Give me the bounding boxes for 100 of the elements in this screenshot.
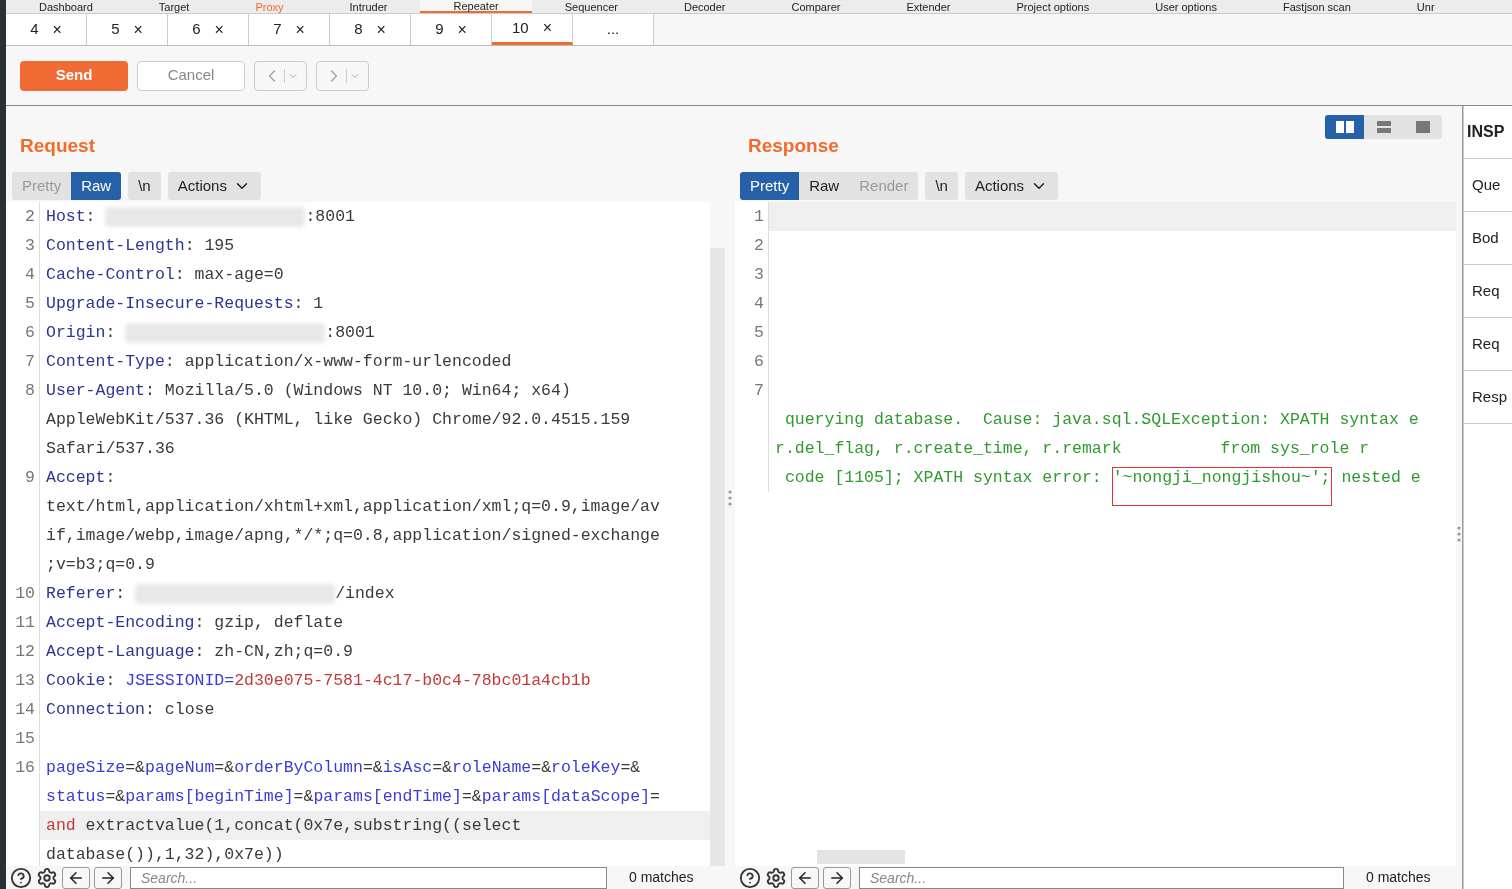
settings-icon[interactable] bbox=[765, 866, 787, 889]
line-number: 15 bbox=[15, 729, 35, 748]
actions-dropdown[interactable]: Actions bbox=[167, 172, 261, 200]
line-number: 7 bbox=[25, 352, 35, 371]
line-number: 4 bbox=[25, 265, 35, 284]
close-icon[interactable]: × bbox=[52, 17, 62, 42]
main-tab[interactable]: Intruder bbox=[316, 0, 421, 13]
panel-title: Response bbox=[748, 133, 839, 158]
main-tab[interactable]: Extender bbox=[873, 0, 984, 13]
panel-title: Request bbox=[20, 133, 95, 158]
request-tab[interactable]: 5 × bbox=[87, 14, 168, 45]
code-text: : 1 bbox=[293, 294, 324, 313]
inspector-section[interactable]: Bod bbox=[1472, 226, 1499, 250]
close-icon[interactable]: × bbox=[542, 16, 552, 40]
header-name: Cache-Control bbox=[46, 265, 175, 284]
header-name: Upgrade-Insecure-Requests bbox=[46, 294, 294, 313]
code-text: =& bbox=[620, 758, 641, 777]
help-icon[interactable] bbox=[10, 866, 32, 889]
square-icon bbox=[1415, 121, 1430, 133]
close-icon[interactable]: × bbox=[214, 17, 224, 42]
line-number: 6 bbox=[754, 352, 764, 371]
header-name: Origin bbox=[46, 323, 106, 342]
previous-button[interactable] bbox=[791, 866, 819, 889]
scrollbar[interactable] bbox=[710, 248, 725, 866]
main-tab[interactable]: Dashboard bbox=[6, 0, 126, 13]
main-tab[interactable]: Decoder bbox=[650, 0, 759, 13]
line-number: 11 bbox=[15, 613, 35, 632]
inspector-section[interactable]: Req bbox=[1472, 332, 1500, 356]
view-tab[interactable]: Raw bbox=[799, 172, 850, 200]
close-icon[interactable]: × bbox=[133, 17, 143, 42]
header-name: Content-Length bbox=[46, 236, 185, 255]
code-text: if,image/webp,image/apng,*/*;q=0.8,application/signed-exchange bbox=[46, 526, 660, 545]
request-tab[interactable]: ... bbox=[573, 14, 654, 45]
code-text: : bbox=[115, 584, 127, 603]
param-name: orderByColumn bbox=[234, 758, 363, 777]
header-name: Accept bbox=[46, 468, 106, 487]
line-number: 3 bbox=[25, 236, 35, 255]
view-tab[interactable]: Pretty bbox=[740, 172, 800, 200]
newline-toggle[interactable]: \n bbox=[128, 172, 161, 200]
code-text: :8001 bbox=[305, 207, 355, 226]
layout-toggle[interactable] bbox=[1325, 115, 1364, 139]
newline-toggle[interactable]: \n bbox=[925, 172, 958, 200]
request-tab[interactable]: 6 × bbox=[168, 14, 249, 45]
code-text: : application/x-www-form-urlencoded bbox=[164, 352, 512, 371]
request-tab[interactable]: 4 × bbox=[6, 14, 87, 45]
next-button[interactable] bbox=[94, 866, 122, 889]
main-tab[interactable]: Fastjson scan bbox=[1250, 0, 1384, 13]
line-number: 10 bbox=[15, 584, 35, 603]
main-tab[interactable]: Comparer bbox=[758, 0, 874, 13]
code-text: : 195 bbox=[184, 236, 235, 255]
request-tab[interactable]: 8 × bbox=[330, 14, 411, 45]
main-tab[interactable]: Project options bbox=[983, 0, 1123, 13]
settings-icon[interactable] bbox=[36, 866, 58, 889]
cancel-button[interactable]: Cancel bbox=[137, 60, 245, 91]
code-text: : max-age=0 bbox=[174, 265, 284, 284]
search-field[interactable]: Search... bbox=[859, 866, 1344, 889]
line-number: 2 bbox=[25, 207, 35, 226]
help-icon[interactable] bbox=[739, 866, 761, 889]
code-text: =& bbox=[362, 758, 383, 777]
header-name: Accept-Encoding bbox=[46, 613, 195, 632]
param-name: params[endTime] bbox=[313, 787, 462, 806]
code-text: : bbox=[105, 323, 117, 342]
code-text: = bbox=[650, 787, 660, 806]
close-icon[interactable]: × bbox=[457, 17, 467, 42]
code-text: : gzip, deflate bbox=[194, 613, 344, 632]
code-text: : Mozilla/5.0 (Windows NT 10.0; Win64; x64) bbox=[145, 381, 571, 400]
resize-handle-icon[interactable] bbox=[728, 489, 732, 506]
param-name: params[dataScope] bbox=[481, 787, 651, 806]
code-text: : bbox=[105, 671, 117, 690]
close-icon[interactable]: × bbox=[376, 17, 386, 42]
inspector-section[interactable]: Req bbox=[1472, 279, 1500, 303]
main-tab[interactable]: Unr bbox=[1383, 0, 1468, 13]
line-number: 5 bbox=[754, 323, 764, 342]
close-icon[interactable]: × bbox=[295, 17, 305, 42]
main-tab[interactable]: Sequencer bbox=[531, 0, 651, 13]
previous-button[interactable] bbox=[62, 866, 90, 889]
main-tab[interactable]: User options bbox=[1122, 0, 1250, 13]
error-text: querying database. Cause: java.sql.SQLException: XPATH syntax e bbox=[783, 410, 1419, 429]
code-text: =& bbox=[125, 758, 146, 777]
code-text: =& bbox=[105, 787, 126, 806]
main-tab[interactable]: Target bbox=[125, 0, 223, 13]
param-name: isAsc bbox=[382, 758, 433, 777]
request-tab[interactable]: 7 × bbox=[249, 14, 330, 45]
code-text: =& bbox=[531, 758, 552, 777]
error-text: r.del_flag, r.create_time, r.remark from sys_role r bbox=[775, 439, 1370, 458]
header-name: Connection bbox=[46, 700, 146, 719]
request-tab[interactable]: 10 × bbox=[492, 14, 573, 45]
search-field[interactable]: Search... bbox=[130, 866, 607, 889]
inspector-title: INSP bbox=[1467, 122, 1505, 142]
resize-handle-icon[interactable] bbox=[1457, 526, 1461, 542]
scrollbar[interactable] bbox=[817, 850, 905, 864]
inspector-section[interactable]: Que bbox=[1472, 173, 1501, 197]
line-number: 2 bbox=[754, 236, 764, 255]
view-tab[interactable]: Raw bbox=[71, 172, 122, 200]
request-tab[interactable]: 9 × bbox=[411, 14, 492, 45]
next-button[interactable] bbox=[823, 866, 851, 889]
inspector-section[interactable]: Resp bbox=[1472, 385, 1508, 409]
actions-dropdown[interactable]: Actions bbox=[964, 172, 1059, 200]
main-tab[interactable]: Repeater bbox=[420, 0, 532, 13]
code-text: ;v=b3;q=0.9 bbox=[46, 555, 155, 574]
